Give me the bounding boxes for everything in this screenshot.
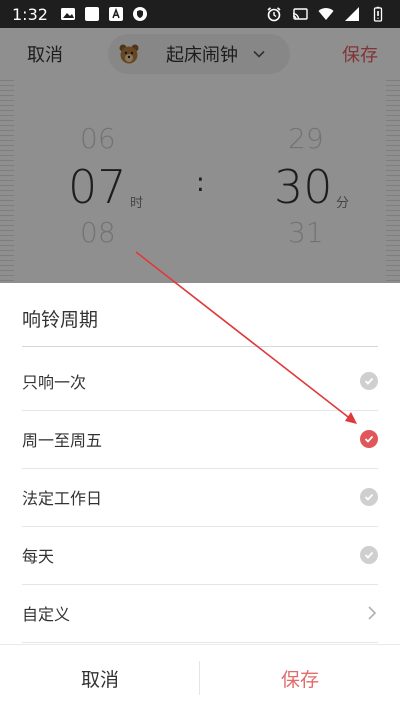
- option-label: 自定义: [22, 605, 71, 624]
- option-weekdays[interactable]: 周一至周五: [22, 410, 378, 469]
- bottom-cancel-button[interactable]: 取消: [0, 645, 200, 712]
- square-icon: [84, 7, 99, 21]
- image-icon: [60, 8, 75, 20]
- option-label: 只响一次: [22, 373, 87, 392]
- option-label: 周一至周五: [22, 431, 103, 450]
- status-time: 1:32: [12, 4, 48, 24]
- option-once[interactable]: 只响一次: [22, 352, 378, 411]
- check-circle-icon: [360, 546, 378, 564]
- title-divider: [22, 346, 378, 347]
- option-everyday[interactable]: 每天: [22, 526, 378, 585]
- shield-icon: [132, 7, 147, 21]
- status-right-icons: [262, 6, 392, 22]
- repeat-cycle-sheet: 响铃周期 只响一次 周一至周五 法定工作日 每天 自定义 取消 保存: [0, 283, 400, 712]
- a-letter-icon: [108, 7, 123, 21]
- signal-icon: [345, 7, 359, 21]
- alarm-icon: [267, 7, 281, 22]
- option-label: 每天: [22, 547, 55, 566]
- check-circle-icon: [360, 430, 378, 448]
- check-circle-icon: [360, 488, 378, 506]
- sheet-title: 响铃周期: [22, 309, 99, 331]
- modal-backdrop[interactable]: [0, 28, 400, 283]
- chevron-right-icon: [368, 606, 377, 620]
- check-circle-icon: [360, 372, 378, 390]
- status-bar: 1:32: [0, 0, 400, 28]
- option-legal-workdays[interactable]: 法定工作日: [22, 468, 378, 527]
- wifi-icon: [318, 8, 334, 20]
- bottom-action-bar: 取消 保存: [0, 644, 400, 712]
- option-label: 法定工作日: [22, 489, 103, 508]
- option-custom[interactable]: 自定义: [22, 584, 378, 643]
- battery-icon: [373, 6, 383, 22]
- cast-icon: [292, 8, 308, 20]
- bottom-save-button[interactable]: 保存: [200, 645, 400, 712]
